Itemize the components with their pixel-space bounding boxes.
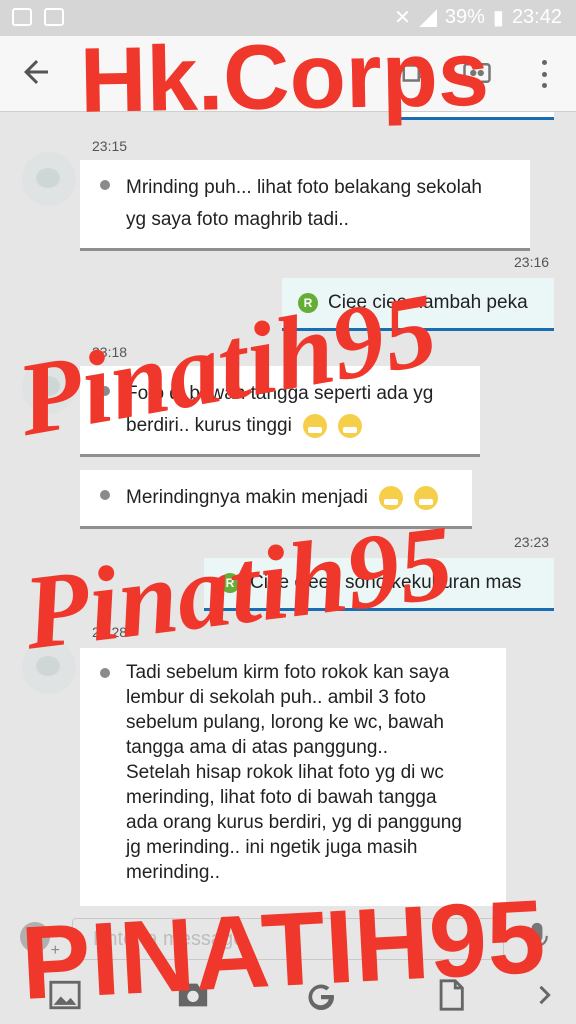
battery-level: 39% (444, 6, 485, 28)
read-badge-icon: R (220, 573, 240, 593)
arrow-left-icon[interactable] (18, 54, 54, 90)
incoming-message[interactable]: Foto di bawah tangga seperti ada yg berd… (80, 366, 480, 457)
message-text: Ciee ciee nambah peka (328, 292, 528, 313)
incoming-message[interactable]: Merindingnya makin menjadi (80, 470, 472, 529)
message-time: 23:18 (92, 344, 128, 360)
status-bar: ✕ 39% ▮ 23:42 (0, 0, 576, 36)
message-input-bar (0, 906, 576, 968)
message-line-with-emoji: berdiri.. kurus tinggi (126, 410, 464, 442)
outgoing-message[interactable]: R Ciee ciee nambah peka (282, 278, 554, 331)
message-text: Ciee cieee sono kekuburan mas (250, 572, 522, 593)
message-line: ada orang kurus berdiri, yg di panggung (126, 812, 462, 833)
message-line: berdiri.. kurus tinggi (126, 415, 292, 436)
notification-icons (12, 8, 64, 26)
bullet-icon (100, 180, 110, 190)
message-time: 23:15 (92, 138, 128, 154)
scared-emoji-icon (303, 413, 328, 438)
app-bar (0, 36, 576, 112)
message-time: 23:23 (514, 534, 550, 550)
message-body: Tadi sebelum kirm foto rokok kan saya le… (126, 660, 490, 885)
bullet-icon (100, 668, 110, 678)
cold-sweat-emoji-icon (414, 485, 439, 510)
message-line: Tadi sebelum kirm foto rokok kan saya (126, 662, 450, 683)
message-notification-icon (12, 8, 32, 26)
message-text: Merindingnya makin menjadi (126, 487, 368, 508)
chat-area[interactable]: 23:15 Mrinding puh... lihat foto belakan… (0, 112, 576, 906)
message-line: Setelah hisap rokok lihat foto yg di wc (126, 762, 444, 783)
microphone-icon[interactable] (524, 920, 550, 956)
attachment-toolbar (0, 968, 576, 1024)
signal-icon (418, 8, 437, 27)
battery-icon: ▮ (492, 7, 504, 29)
incoming-message[interactable]: Tadi sebelum kirm foto rokok kan saya le… (80, 648, 506, 906)
more-vert-icon[interactable] (534, 56, 554, 92)
camera-icon[interactable] (176, 978, 210, 1012)
bullet-icon (100, 386, 110, 396)
group-icon[interactable] (460, 58, 494, 88)
message-line: merinding, lihat foto di bawah tangga (126, 787, 437, 808)
image-icon[interactable] (48, 978, 82, 1012)
video-camera-icon[interactable] (398, 58, 432, 88)
message-line: sebelum pulang, lorong ke wc, bawah (126, 712, 444, 733)
status-indicators: ✕ 39% ▮ 23:42 (394, 5, 562, 30)
scared-emoji-icon (338, 413, 363, 438)
message-line: tangga ama di atas panggung.. (126, 737, 388, 758)
cold-sweat-emoji-icon (379, 485, 404, 510)
chevron-right-icon[interactable] (530, 978, 558, 1012)
message-line: jg merinding.. ini ngetik juga masih (126, 837, 418, 858)
message-time: 23:28 (92, 624, 128, 640)
avatar[interactable] (22, 640, 76, 694)
message-line: Mrinding puh... lihat foto belakang seko… (126, 177, 482, 198)
google-icon[interactable] (304, 978, 338, 1012)
read-badge-icon: R (298, 293, 318, 313)
outgoing-message[interactable]: R Ciee cieee sono kekuburan mas (204, 558, 554, 611)
message-line: Foto di bawah tangga seperti ada yg (126, 383, 434, 404)
message-time: 23:16 (514, 254, 550, 270)
message-line: yg saya foto maghrib tadi.. (126, 209, 349, 230)
message-line: lembur di sekolah puh.. ambil 3 foto (126, 687, 426, 708)
sticker-add-icon[interactable] (20, 922, 60, 960)
image-notification-icon (44, 8, 64, 26)
message-input[interactable] (72, 918, 504, 960)
clock: 23:42 (511, 6, 562, 28)
message-line: merinding.. (126, 862, 220, 883)
avatar[interactable] (22, 360, 76, 414)
bullet-icon (100, 490, 110, 500)
avatar[interactable] (22, 152, 76, 206)
mute-icon: ✕ (394, 7, 411, 29)
document-icon[interactable] (434, 978, 468, 1012)
previous-outgoing-bubble (398, 112, 554, 120)
message-line-with-emoji: Merindingnya makin menjadi (126, 482, 456, 514)
incoming-message[interactable]: Mrinding puh... lihat foto belakang seko… (80, 160, 530, 251)
